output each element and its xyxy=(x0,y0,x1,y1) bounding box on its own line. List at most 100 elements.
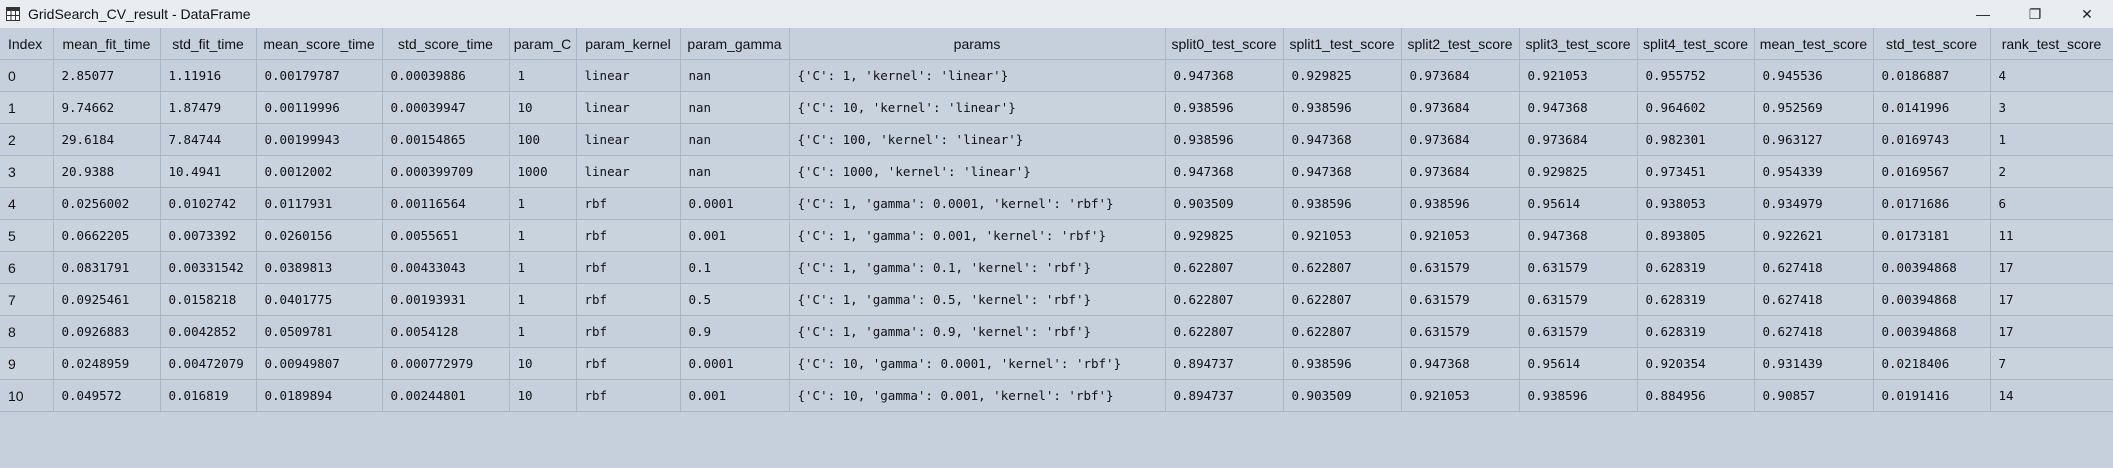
table-cell-mean-fit-time[interactable]: 0.0925461 xyxy=(53,283,161,316)
table-cell-split4-test-score[interactable]: 0.893805 xyxy=(1637,219,1755,252)
table-cell-split4-test-score[interactable]: 0.982301 xyxy=(1637,123,1755,156)
table-cell-mean-fit-time[interactable]: 29.6184 xyxy=(53,123,161,156)
table-cell-mean-score-time[interactable]: 0.00119996 xyxy=(256,91,383,124)
table-cell-split0-test-score[interactable]: 0.938596 xyxy=(1165,123,1284,156)
table-cell-split1-test-score[interactable]: 0.947368 xyxy=(1283,123,1402,156)
table-cell-params[interactable]: {'C': 1000, 'kernel': 'linear'} xyxy=(789,155,1166,188)
minimize-button[interactable]: — xyxy=(1957,0,2009,28)
table-cell-mean-test-score[interactable]: 0.945536 xyxy=(1754,59,1874,92)
table-cell-std-test-score[interactable]: 0.0141996 xyxy=(1873,91,1991,124)
column-header-param-gamma[interactable]: param_gamma xyxy=(680,28,790,60)
table-cell-split0-test-score[interactable]: 0.903509 xyxy=(1165,187,1284,220)
table-cell-split3-test-score[interactable]: 0.973684 xyxy=(1519,123,1638,156)
table-cell-param-kernel[interactable]: linear xyxy=(576,123,681,156)
table-row[interactable]: 2 29.6184 7.84744 0.00199943 0.00154865 100 li… xyxy=(0,123,2113,156)
column-header-split3-test-score[interactable]: split3_test_score xyxy=(1519,28,1638,60)
table-cell-split4-test-score[interactable]: 0.938053 xyxy=(1637,187,1755,220)
table-cell-std-test-score[interactable]: 0.0186887 xyxy=(1873,59,1991,92)
table-cell-mean-fit-time[interactable]: 20.9388 xyxy=(53,155,161,188)
table-cell-params[interactable]: {'C': 10, 'gamma': 0.001, 'kernel': 'rbf… xyxy=(789,379,1166,412)
table-cell-split3-test-score[interactable]: 0.631579 xyxy=(1519,315,1638,348)
table-cell-param-kernel[interactable]: rbf xyxy=(576,219,681,252)
table-cell-std-score-time[interactable]: 0.00039947 xyxy=(382,91,510,124)
table-cell-split1-test-score[interactable]: 0.622807 xyxy=(1283,283,1402,316)
table-cell-param-c[interactable]: 1 xyxy=(509,315,577,348)
table-cell-mean-test-score[interactable]: 0.627418 xyxy=(1754,251,1874,284)
table-cell-std-score-time[interactable]: 0.00154865 xyxy=(382,123,510,156)
table-cell-split2-test-score[interactable]: 0.631579 xyxy=(1401,315,1520,348)
table-cell-mean-fit-time[interactable]: 9.74662 xyxy=(53,91,161,124)
table-cell-split1-test-score[interactable]: 0.622807 xyxy=(1283,251,1402,284)
row-index[interactable]: 2 xyxy=(0,123,54,156)
table-cell-mean-score-time[interactable]: 0.0117931 xyxy=(256,187,383,220)
column-header-mean-score-time[interactable]: mean_score_time xyxy=(256,28,383,60)
column-header-index[interactable]: Index xyxy=(0,28,54,60)
table-cell-mean-test-score[interactable]: 0.627418 xyxy=(1754,315,1874,348)
table-cell-split2-test-score[interactable]: 0.631579 xyxy=(1401,251,1520,284)
close-button[interactable]: ✕ xyxy=(2061,0,2113,28)
table-cell-mean-test-score[interactable]: 0.952569 xyxy=(1754,91,1874,124)
table-cell-rank-test-score[interactable]: 17 xyxy=(1990,283,2113,316)
table-cell-split3-test-score[interactable]: 0.947368 xyxy=(1519,91,1638,124)
table-cell-split2-test-score[interactable]: 0.921053 xyxy=(1401,379,1520,412)
table-cell-split2-test-score[interactable]: 0.947368 xyxy=(1401,347,1520,380)
table-cell-mean-test-score[interactable]: 0.963127 xyxy=(1754,123,1874,156)
row-index[interactable]: 5 xyxy=(0,219,54,252)
table-row[interactable]: 5 0.0662205 0.0073392 0.0260156 0.0055651 1 rb… xyxy=(0,219,2113,252)
table-cell-param-gamma[interactable]: 0.001 xyxy=(680,379,790,412)
table-cell-param-kernel[interactable]: linear xyxy=(576,59,681,92)
table-cell-param-kernel[interactable]: linear xyxy=(576,155,681,188)
table-cell-mean-score-time[interactable]: 0.0401775 xyxy=(256,283,383,316)
table-cell-split1-test-score[interactable]: 0.938596 xyxy=(1283,187,1402,220)
column-header-split1-test-score[interactable]: split1_test_score xyxy=(1283,28,1402,60)
table-cell-param-gamma[interactable]: 0.001 xyxy=(680,219,790,252)
table-cell-mean-score-time[interactable]: 0.00179787 xyxy=(256,59,383,92)
table-cell-param-kernel[interactable]: rbf xyxy=(576,251,681,284)
table-cell-rank-test-score[interactable]: 2 xyxy=(1990,155,2113,188)
table-cell-rank-test-score[interactable]: 14 xyxy=(1990,379,2113,412)
table-cell-rank-test-score[interactable]: 3 xyxy=(1990,91,2113,124)
table-cell-mean-score-time[interactable]: 0.00949807 xyxy=(256,347,383,380)
table-cell-params[interactable]: {'C': 1, 'gamma': 0.001, 'kernel': 'rbf'… xyxy=(789,219,1166,252)
table-cell-mean-test-score[interactable]: 0.954339 xyxy=(1754,155,1874,188)
row-index[interactable]: 1 xyxy=(0,91,54,124)
table-cell-rank-test-score[interactable]: 17 xyxy=(1990,251,2113,284)
table-cell-rank-test-score[interactable]: 11 xyxy=(1990,219,2113,252)
table-cell-split2-test-score[interactable]: 0.973684 xyxy=(1401,155,1520,188)
table-cell-split1-test-score[interactable]: 0.622807 xyxy=(1283,315,1402,348)
table-cell-std-score-time[interactable]: 0.00433043 xyxy=(382,251,510,284)
row-index[interactable]: 3 xyxy=(0,155,54,188)
table-cell-mean-fit-time[interactable]: 0.0926883 xyxy=(53,315,161,348)
table-cell-std-test-score[interactable]: 0.0173181 xyxy=(1873,219,1991,252)
table-cell-std-test-score[interactable]: 0.00394868 xyxy=(1873,251,1991,284)
table-row[interactable]: 9 0.0248959 0.00472079 0.00949807 0.00077297… xyxy=(0,347,2113,380)
table-cell-split3-test-score[interactable]: 0.947368 xyxy=(1519,219,1638,252)
column-header-std-score-time[interactable]: std_score_time xyxy=(382,28,510,60)
row-index[interactable]: 8 xyxy=(0,315,54,348)
table-cell-std-score-time[interactable]: 0.00244801 xyxy=(382,379,510,412)
table-cell-std-fit-time[interactable]: 0.00472079 xyxy=(160,347,257,380)
table-cell-params[interactable]: {'C': 1, 'gamma': 0.5, 'kernel': 'rbf'} xyxy=(789,283,1166,316)
table-cell-split0-test-score[interactable]: 0.947368 xyxy=(1165,59,1284,92)
table-cell-split1-test-score[interactable]: 0.938596 xyxy=(1283,347,1402,380)
table-cell-split4-test-score[interactable]: 0.964602 xyxy=(1637,91,1755,124)
table-cell-param-kernel[interactable]: rbf xyxy=(576,379,681,412)
table-cell-param-kernel[interactable]: linear xyxy=(576,91,681,124)
table-cell-param-kernel[interactable]: rbf xyxy=(576,315,681,348)
table-cell-split1-test-score[interactable]: 0.921053 xyxy=(1283,219,1402,252)
table-cell-rank-test-score[interactable]: 1 xyxy=(1990,123,2113,156)
table-cell-std-fit-time[interactable]: 0.0073392 xyxy=(160,219,257,252)
table-cell-param-c[interactable]: 10 xyxy=(509,347,577,380)
table-cell-std-fit-time[interactable]: 0.0102742 xyxy=(160,187,257,220)
table-cell-param-c[interactable]: 1 xyxy=(509,219,577,252)
table-cell-std-test-score[interactable]: 0.0169743 xyxy=(1873,123,1991,156)
table-cell-params[interactable]: {'C': 10, 'kernel': 'linear'} xyxy=(789,91,1166,124)
column-header-params[interactable]: params xyxy=(789,28,1166,60)
table-cell-std-score-time[interactable]: 0.000399709 xyxy=(382,155,510,188)
column-header-split0-test-score[interactable]: split0_test_score xyxy=(1165,28,1284,60)
table-cell-std-fit-time[interactable]: 0.00331542 xyxy=(160,251,257,284)
table-cell-std-test-score[interactable]: 0.0218406 xyxy=(1873,347,1991,380)
table-cell-param-gamma[interactable]: nan xyxy=(680,123,790,156)
table-cell-mean-score-time[interactable]: 0.0509781 xyxy=(256,315,383,348)
table-cell-params[interactable]: {'C': 1, 'gamma': 0.0001, 'kernel': 'rbf… xyxy=(789,187,1166,220)
